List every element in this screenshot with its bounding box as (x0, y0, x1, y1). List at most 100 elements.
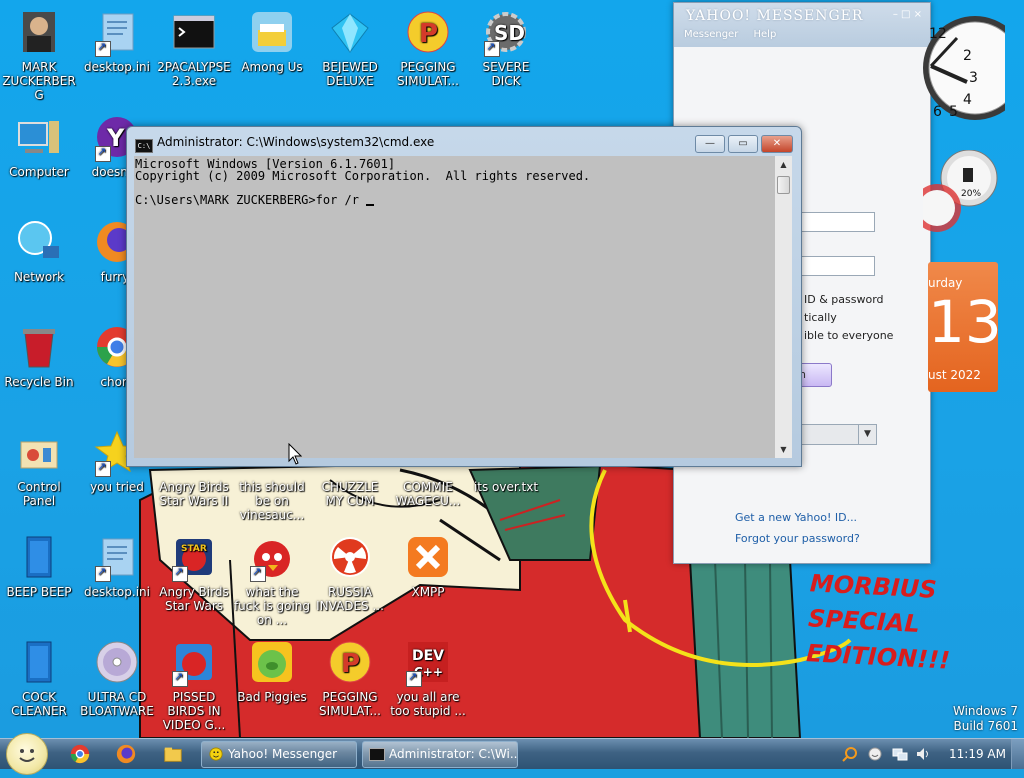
taskbar-item-yahoo-messenger[interactable]: Yahoo! Messenger (201, 741, 357, 768)
yahoo-window-controls[interactable]: – □ × (893, 9, 922, 20)
icon-label: you all are too stupid ... (390, 690, 466, 718)
desktop-icon-desktop-ini[interactable]: desktop.ini (78, 8, 156, 74)
desktop-icon-control-panel[interactable]: Control Panel (0, 428, 78, 508)
cmd-window[interactable]: C:\ Administrator: C:\Windows\system32\cm… (126, 126, 802, 467)
dev-cpp-icon: DEV C++ (404, 638, 452, 687)
minimize-button[interactable]: — (695, 135, 725, 153)
smiley-tray-icon[interactable] (868, 747, 882, 761)
icon-label: PISSED BIRDS IN VIDEO G... (162, 690, 226, 732)
console-output[interactable]: Microsoft Windows [Version 6.1.7601] Cop… (134, 156, 775, 458)
taskbar-item-label: Yahoo! Messenger (228, 747, 338, 761)
desktop-icon-ultra-cd-bloatware[interactable]: ULTRA CD BLOATWARE (78, 638, 156, 718)
desktop-icon-bejewed[interactable]: BEJEWED DELUXE (311, 8, 389, 88)
desktop-icon-pegging-simulator-2[interactable]: P PEGGING SIMULAT... (311, 638, 389, 718)
icon-label: Bad Piggies (237, 690, 307, 704)
yahoo-title-bar[interactable]: YAHOO! MESSENGER – □ × Messenger Help (674, 3, 930, 47)
desktop-icon-2pacalypse[interactable]: 2PACALYPSE 2.3.exe (155, 8, 233, 88)
chrome-taskbar-icon[interactable] (67, 742, 93, 766)
forgot-password-link[interactable]: Forgot your password? (735, 532, 860, 545)
firefox-taskbar-icon[interactable] (113, 742, 139, 766)
desktop-icon-computer[interactable]: Computer (0, 113, 78, 179)
desktop-icon-angry-birds-star-wars[interactable]: STAR Angry Birds Star Wars (155, 533, 233, 613)
sign-in-button[interactable]: n (798, 363, 832, 387)
menu-help[interactable]: Help (754, 29, 777, 40)
desktop-icon-mark-zuckerberg[interactable]: MARK ZUCKERBERG (0, 8, 78, 102)
menu-messenger[interactable]: Messenger (684, 29, 738, 40)
taskbar-clock[interactable]: 11:19 AM (949, 747, 1006, 761)
yahoo-id-field[interactable] (799, 212, 875, 232)
svg-text:DEV: DEV (412, 648, 444, 664)
desktop-icon-cock-cleaner[interactable]: COCK CLEANER (0, 638, 78, 718)
show-desktop-button[interactable] (1011, 739, 1024, 769)
cpu-meter-gadget[interactable]: 20% (923, 150, 1001, 240)
vertical-scrollbar[interactable]: ▲ ▼ (775, 156, 792, 458)
cmd-title-bar[interactable]: C:\ Administrator: C:\Windows\system32\cm… (135, 135, 434, 153)
svg-text:P: P (341, 649, 360, 679)
scroll-down-icon[interactable]: ▼ (775, 441, 792, 458)
console-text: Microsoft Windows [Version 6.1.7601] Cop… (134, 156, 775, 206)
icon-label: BEJEWED DELUXE (322, 60, 378, 88)
desktop-icon-network[interactable]: Network (0, 218, 78, 284)
icon-label: CHUZZLE MY CUM (321, 480, 379, 508)
status-dropdown[interactable]: ▼ (799, 424, 877, 445)
icon-label: RUSSIA INVADES ... (316, 585, 384, 613)
xampp-icon (404, 533, 452, 581)
console-prompt[interactable]: C:\Users\MARK ZUCKERBERG>for /r (135, 193, 366, 207)
smiley-start-icon (19, 749, 35, 762)
control-panel-icon (15, 428, 63, 476)
icon-label: its over.txt (473, 480, 539, 494)
desktop-icon-bad-piggies[interactable]: Bad Piggies (233, 638, 311, 704)
desktop-icon-you-all-are-too-stupid[interactable]: DEVC++ you all are too stupid ... (389, 638, 467, 718)
desktop-icon-among-us[interactable]: Among Us (233, 8, 311, 74)
calendar-gadget[interactable]: urday 13 ust 2022 (928, 262, 1002, 392)
icon-label: you tried (90, 480, 144, 494)
network-icon[interactable] (892, 746, 908, 762)
desktop: MARK ZUCKERBERG desktop.ini 2PACALYPSE 2… (0, 0, 1024, 738)
chevron-down-icon: ▼ (858, 425, 876, 444)
icon-label: what the fuck is going on ... (233, 585, 311, 627)
stack-icon (248, 8, 296, 56)
clock-numeral: 12 (929, 26, 947, 42)
desktop-icon-pegging-simulator[interactable]: P PEGGING SIMULAT... (389, 8, 467, 88)
mouse-cursor-icon (288, 443, 302, 465)
scroll-up-icon[interactable]: ▲ (775, 156, 792, 173)
volume-icon[interactable] (915, 746, 931, 762)
start-button[interactable] (6, 733, 48, 775)
icon-label: this should be on vinesauc... (239, 480, 305, 522)
wallpaper-caption: MORBIUS SPECIAL EDITION!!! (805, 566, 954, 678)
icon-label: PEGGING SIMULAT... (319, 690, 381, 718)
maximize-button[interactable]: ▭ (728, 135, 758, 153)
taskbar-item-cmd[interactable]: Administrator: C:\Wi... (362, 741, 518, 768)
cmd-icon (369, 748, 385, 761)
icon-label: Computer (9, 165, 69, 179)
desktop-icon-xmpp[interactable]: XMPP (389, 533, 467, 599)
desktop-icon-recycle-bin[interactable]: Recycle Bin (0, 323, 78, 389)
sign-in-automatically-label[interactable]: tically (804, 311, 837, 324)
clock-gadget[interactable]: 12 2 3 4 6 5 (923, 4, 1005, 154)
get-new-id-link[interactable]: Get a new Yahoo! ID... (735, 511, 857, 524)
person-icon (15, 8, 63, 56)
remember-id-checkbox-label[interactable]: ID & password (804, 293, 884, 306)
console-line: Copyright (c) 2009 Microsoft Corporation… (135, 169, 591, 183)
desktop-icon-what-the-fuck[interactable]: what the fuck is going on ... (233, 533, 311, 627)
search-icon[interactable] (842, 746, 858, 762)
gem-icon (326, 8, 374, 56)
icon-label: Angry Birds Star Wars (159, 585, 229, 613)
sign-in-invisible-label[interactable]: ible to everyone (804, 329, 893, 342)
desktop-icon-beep-beep[interactable]: BEEP BEEP (0, 533, 78, 599)
close-button[interactable]: ✕ (761, 135, 793, 153)
clock-numeral: 4 (963, 92, 972, 108)
scroll-thumb[interactable] (777, 176, 790, 194)
desktop-icon-severe-dick[interactable]: SD SEVERE DICK (467, 8, 545, 88)
icon-label: Control Panel (17, 480, 61, 508)
password-field[interactable] (799, 256, 875, 276)
desktop-icon-pissed-birds[interactable]: PISSED BIRDS IN VIDEO G... (155, 638, 233, 732)
taskbar-item-label: Administrator: C:\Wi... (389, 747, 518, 761)
desktop-icon-desktop-ini-2[interactable]: desktop.ini (78, 533, 156, 599)
icon-label: COCK CLEANER (11, 690, 67, 718)
book-icon (15, 533, 63, 581)
network-globe-icon (15, 218, 63, 266)
desktop-icon-russia-invades[interactable]: RUSSIA INVADES ... (311, 533, 389, 613)
svg-text:STAR: STAR (181, 544, 207, 554)
explorer-taskbar-icon[interactable] (160, 742, 186, 766)
